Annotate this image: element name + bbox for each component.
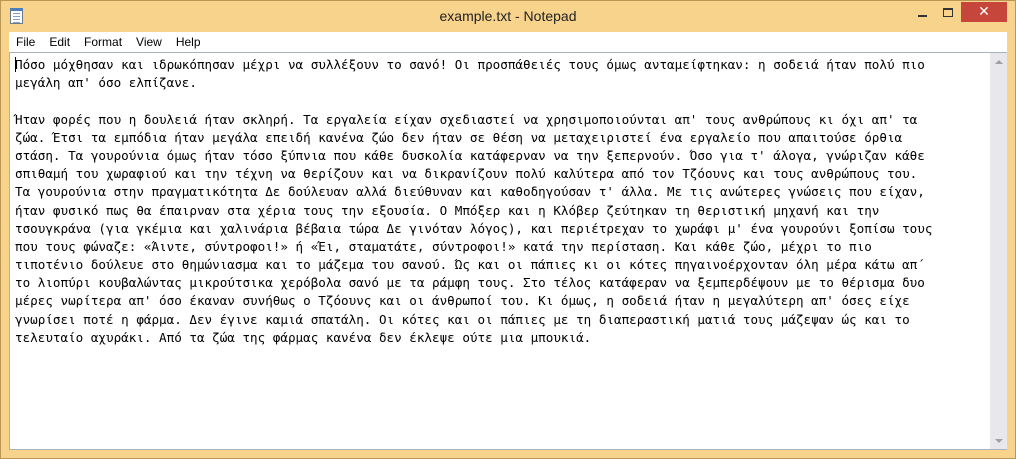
maximize-icon (943, 7, 953, 17)
menu-help[interactable]: Help (169, 32, 208, 52)
text-line: ήταν φυσικό πως θα έπαιρναν στα χέρια το… (15, 202, 880, 218)
text-line: σπιθαμή του χωραφιού και την τέχνη να θε… (15, 166, 918, 182)
notepad-window: example.txt - Notepad ✕ File Edit Format… (0, 0, 1016, 459)
text-line: Τα γουρούνια στην πραγματικότητα Δε δούλ… (15, 184, 925, 200)
minimize-icon (917, 15, 927, 17)
scroll-down-arrow-icon (994, 438, 1003, 443)
text-line: τσουγκράνα (για γκέμια και χαλινάρια βέβ… (15, 220, 933, 236)
close-icon: ✕ (978, 4, 990, 20)
editor-area: Πόσο μόχθησαν και ιδρωκόπησαν μέχρι να σ… (9, 52, 1007, 450)
text-line: στάση. Τα γουρούνια όμως ήταν τόσο ξύπνι… (15, 147, 925, 163)
text-editor[interactable]: Πόσο μόχθησαν και ιδρωκόπησαν μέχρι να σ… (10, 53, 990, 449)
menu-format[interactable]: Format (77, 32, 129, 52)
text-line: γνωρίσει ποτέ η φάρμα. Δεν έγινε καμιά σ… (15, 311, 910, 327)
minimize-button[interactable] (909, 2, 935, 22)
text-line: μέρες νωρίτερα απ' όσο έκαναν συνήθως ο … (15, 293, 910, 309)
text-line: Πόσο μόχθησαν και ιδρωκόπησαν μέχρι να σ… (15, 57, 925, 72)
menu-bar: File Edit Format View Help (9, 32, 1007, 52)
title-bar[interactable]: example.txt - Notepad ✕ (1, 1, 1015, 32)
text-line (15, 92, 990, 110)
scroll-down-button[interactable] (990, 432, 1007, 449)
text-line: τελευταίο αχυράκι. Από τα ζώα της φάρμας… (15, 329, 592, 345)
maximize-button[interactable] (935, 2, 961, 22)
menu-edit[interactable]: Edit (42, 32, 77, 52)
text-line: το λιοπύρι κουβαλώντας μικρούτσικα χερόβ… (15, 275, 925, 291)
vertical-scrollbar[interactable] (990, 53, 1007, 449)
menu-file[interactable]: File (9, 32, 42, 52)
text-line: Ήταν φορές που η δουλειά ήταν σκληρή. Τα… (15, 111, 918, 127)
text-line: που τους φώναζε: «Άιντε, σύντροφοι!» ή «… (15, 238, 872, 254)
scroll-up-arrow-icon (994, 59, 1003, 64)
text-caret (15, 57, 16, 72)
close-button[interactable]: ✕ (961, 2, 1007, 22)
text-line: τιποτένιο δούλευε στο θημώνιασμα και το … (15, 257, 925, 273)
window-title: example.txt - Notepad (439, 8, 577, 24)
menu-view[interactable]: View (129, 32, 169, 52)
text-line: μεγάλη απ' όσο ελπίζανε. (15, 75, 197, 91)
text-line: ζώα. Έτσι τα εμπόδια ήταν μεγάλα επειδή … (15, 129, 903, 145)
scroll-up-button[interactable] (990, 53, 1007, 70)
